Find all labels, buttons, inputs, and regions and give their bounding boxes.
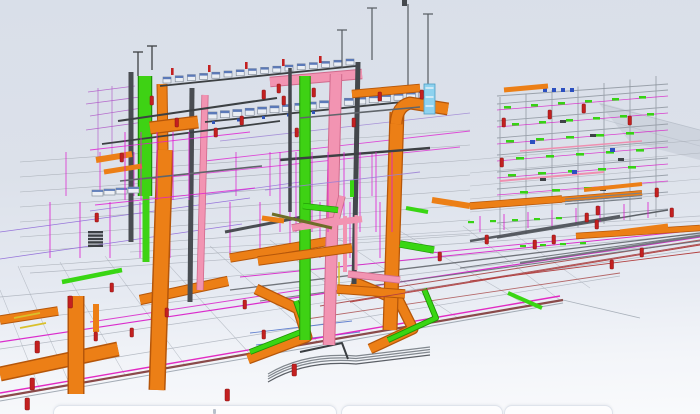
bottom-card-2[interactable] xyxy=(341,405,503,414)
bim-viewer-screenshot xyxy=(0,0,700,414)
bottom-card-1[interactable] xyxy=(53,405,337,414)
layer-tower-a xyxy=(86,46,280,390)
bottom-card-3[interactable] xyxy=(504,405,613,414)
layer-tower-b xyxy=(258,0,470,345)
model-3d-viewport[interactable] xyxy=(0,0,700,414)
layer-right-stack xyxy=(497,76,668,238)
